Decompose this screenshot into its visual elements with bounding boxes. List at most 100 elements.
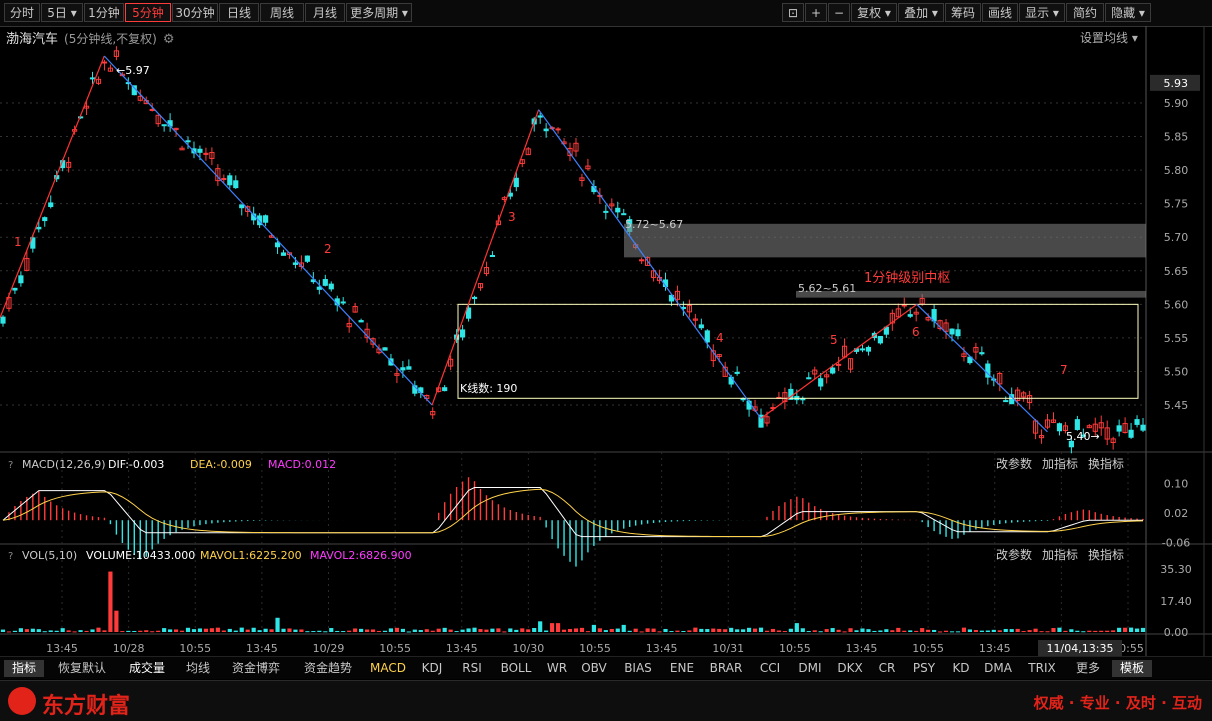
volume-bar xyxy=(370,629,376,632)
price-tick-label: 5.70 xyxy=(1164,231,1189,244)
tool-button-6[interactable]: 画线 xyxy=(982,3,1018,22)
tool-button-8[interactable]: 简约 xyxy=(1066,3,1104,22)
volume-bar xyxy=(376,630,382,632)
volume-bar xyxy=(621,624,626,632)
vol-tick-label: 35.30 xyxy=(1160,563,1192,576)
indicator-tab-14[interactable]: BRAR xyxy=(704,660,748,677)
volume-bar xyxy=(42,631,47,633)
indicator-tab-13[interactable]: ENE xyxy=(664,660,700,677)
indicator-tab-23[interactable]: 更多 xyxy=(1068,660,1108,677)
volume-bar xyxy=(693,627,698,632)
period-button-2[interactable]: 1分钟 xyxy=(84,3,124,22)
indicator-tab-7[interactable]: KDJ xyxy=(414,660,450,677)
volume-bar xyxy=(555,623,561,632)
tool-button-4[interactable]: 叠加 ▾ xyxy=(898,3,944,22)
time-tick-label: 10:55 xyxy=(379,642,411,655)
indicator-tab-8[interactable]: RSI xyxy=(454,660,490,677)
candle-body xyxy=(603,210,609,213)
volume-bar xyxy=(48,630,53,632)
candle-body xyxy=(830,367,836,374)
volume-bar xyxy=(603,630,608,632)
volume-bar xyxy=(382,630,388,632)
indicator-tab-21[interactable]: DMA xyxy=(980,660,1016,677)
volume-bar xyxy=(114,610,119,632)
indicator-tab-24[interactable]: 模板 xyxy=(1112,660,1152,677)
volume-bar xyxy=(830,628,835,632)
volume-bar xyxy=(782,631,787,633)
volume-bar xyxy=(627,630,632,632)
time-tick-label: 13:45 xyxy=(846,642,878,655)
volume-bar xyxy=(1123,627,1128,632)
indicator-tab-22[interactable]: TRIX xyxy=(1020,660,1064,677)
volume-bar xyxy=(860,628,865,632)
chart-area: 5.45 5.50 5.55 5.60 5.65 5.70 5.75 5.80 5.85 5.90… xyxy=(0,26,1212,656)
candle-body xyxy=(698,324,704,329)
indicator-tab-4[interactable]: 资金博弈 xyxy=(222,660,290,677)
period-button-8[interactable]: 更多周期 ▾ xyxy=(346,3,412,22)
bi-line xyxy=(0,55,105,318)
indicator-tab-11[interactable]: OBV xyxy=(576,660,612,677)
volume-bar xyxy=(430,630,435,632)
period-button-4[interactable]: 30分钟 xyxy=(172,3,218,22)
volume-bar xyxy=(275,617,280,632)
indicator-tab-3[interactable]: 均线 xyxy=(178,660,218,677)
candle-body xyxy=(704,330,710,343)
volume-bar xyxy=(1003,628,1008,632)
macd-label: MACD(12,26,9) xyxy=(22,458,106,471)
indicator-tab-17[interactable]: DKX xyxy=(832,660,868,677)
indicator-tab-6[interactable]: MACD xyxy=(366,660,410,677)
volume-bar xyxy=(681,631,686,633)
indicator-tab-2[interactable]: 成交量 xyxy=(120,660,174,677)
vol-tick-label: 17.40 xyxy=(1160,595,1192,608)
indicator-tab-15[interactable]: CCI xyxy=(752,660,788,677)
tool-button-7[interactable]: 显示 ▾ xyxy=(1019,3,1065,22)
volume-bar xyxy=(341,631,346,633)
indicator-tab-19[interactable]: PSY xyxy=(906,660,942,677)
volume-bar xyxy=(538,621,543,632)
indicator-tab-16[interactable]: DMI xyxy=(792,660,828,677)
volume-bar xyxy=(735,629,740,632)
indicator-tab-18[interactable]: CR xyxy=(872,660,902,677)
price-tick-label: 5.85 xyxy=(1164,131,1189,144)
volume-bar xyxy=(90,629,95,632)
period-button-5[interactable]: 日线 xyxy=(219,3,259,22)
indicator-tab-9[interactable]: BOLL xyxy=(494,660,538,677)
volume-bar xyxy=(520,628,525,632)
volume-bar xyxy=(758,627,764,632)
candle-body xyxy=(227,175,233,186)
volume-bar xyxy=(412,629,417,632)
volume-bar xyxy=(573,628,579,632)
volume-bar xyxy=(460,629,465,632)
price-tick-label: 5.90 xyxy=(1164,97,1189,110)
candle-body xyxy=(316,286,322,290)
indicator-tab-12[interactable]: BIAS xyxy=(616,660,660,677)
tool-button-1[interactable]: + xyxy=(805,3,827,22)
tool-button-3[interactable]: 复权 ▾ xyxy=(851,3,897,22)
period-button-6[interactable]: 周线 xyxy=(260,3,304,22)
tool-button-0[interactable]: ⊡ xyxy=(782,3,804,22)
period-button-7[interactable]: 月线 xyxy=(305,3,345,22)
period-button-1[interactable]: 5日 ▾ xyxy=(41,3,83,22)
tool-button-5[interactable]: 筹码 xyxy=(945,3,981,22)
volume-bar xyxy=(973,630,978,632)
candle-body xyxy=(1116,425,1122,432)
indicator-tab-1[interactable]: 恢复默认 xyxy=(48,660,116,677)
tool-button-2[interactable]: − xyxy=(828,3,850,22)
period-button-3[interactable]: 5分钟 xyxy=(125,3,171,22)
indicator-tab-10[interactable]: WR xyxy=(542,660,572,677)
volume-bar xyxy=(150,631,155,633)
volume-bar xyxy=(138,630,143,632)
volume-bar xyxy=(812,630,817,632)
center-box xyxy=(457,303,1139,399)
bi-line xyxy=(431,109,540,406)
indicator-tab-0[interactable]: 指标 xyxy=(4,660,44,677)
indicator-tab-5[interactable]: 资金趋势 xyxy=(294,660,362,677)
k-count-label: K线数: 190 xyxy=(460,381,517,395)
volume-bar xyxy=(1039,631,1044,633)
period-button-0[interactable]: 分时 xyxy=(4,3,40,22)
volume-bar xyxy=(657,631,662,633)
indicator-tab-20[interactable]: KD xyxy=(946,660,976,677)
macd-tick-label: 0.10 xyxy=(1164,477,1189,490)
tool-button-9[interactable]: 隐藏 ▾ xyxy=(1105,3,1151,22)
candle-body xyxy=(1056,423,1063,432)
